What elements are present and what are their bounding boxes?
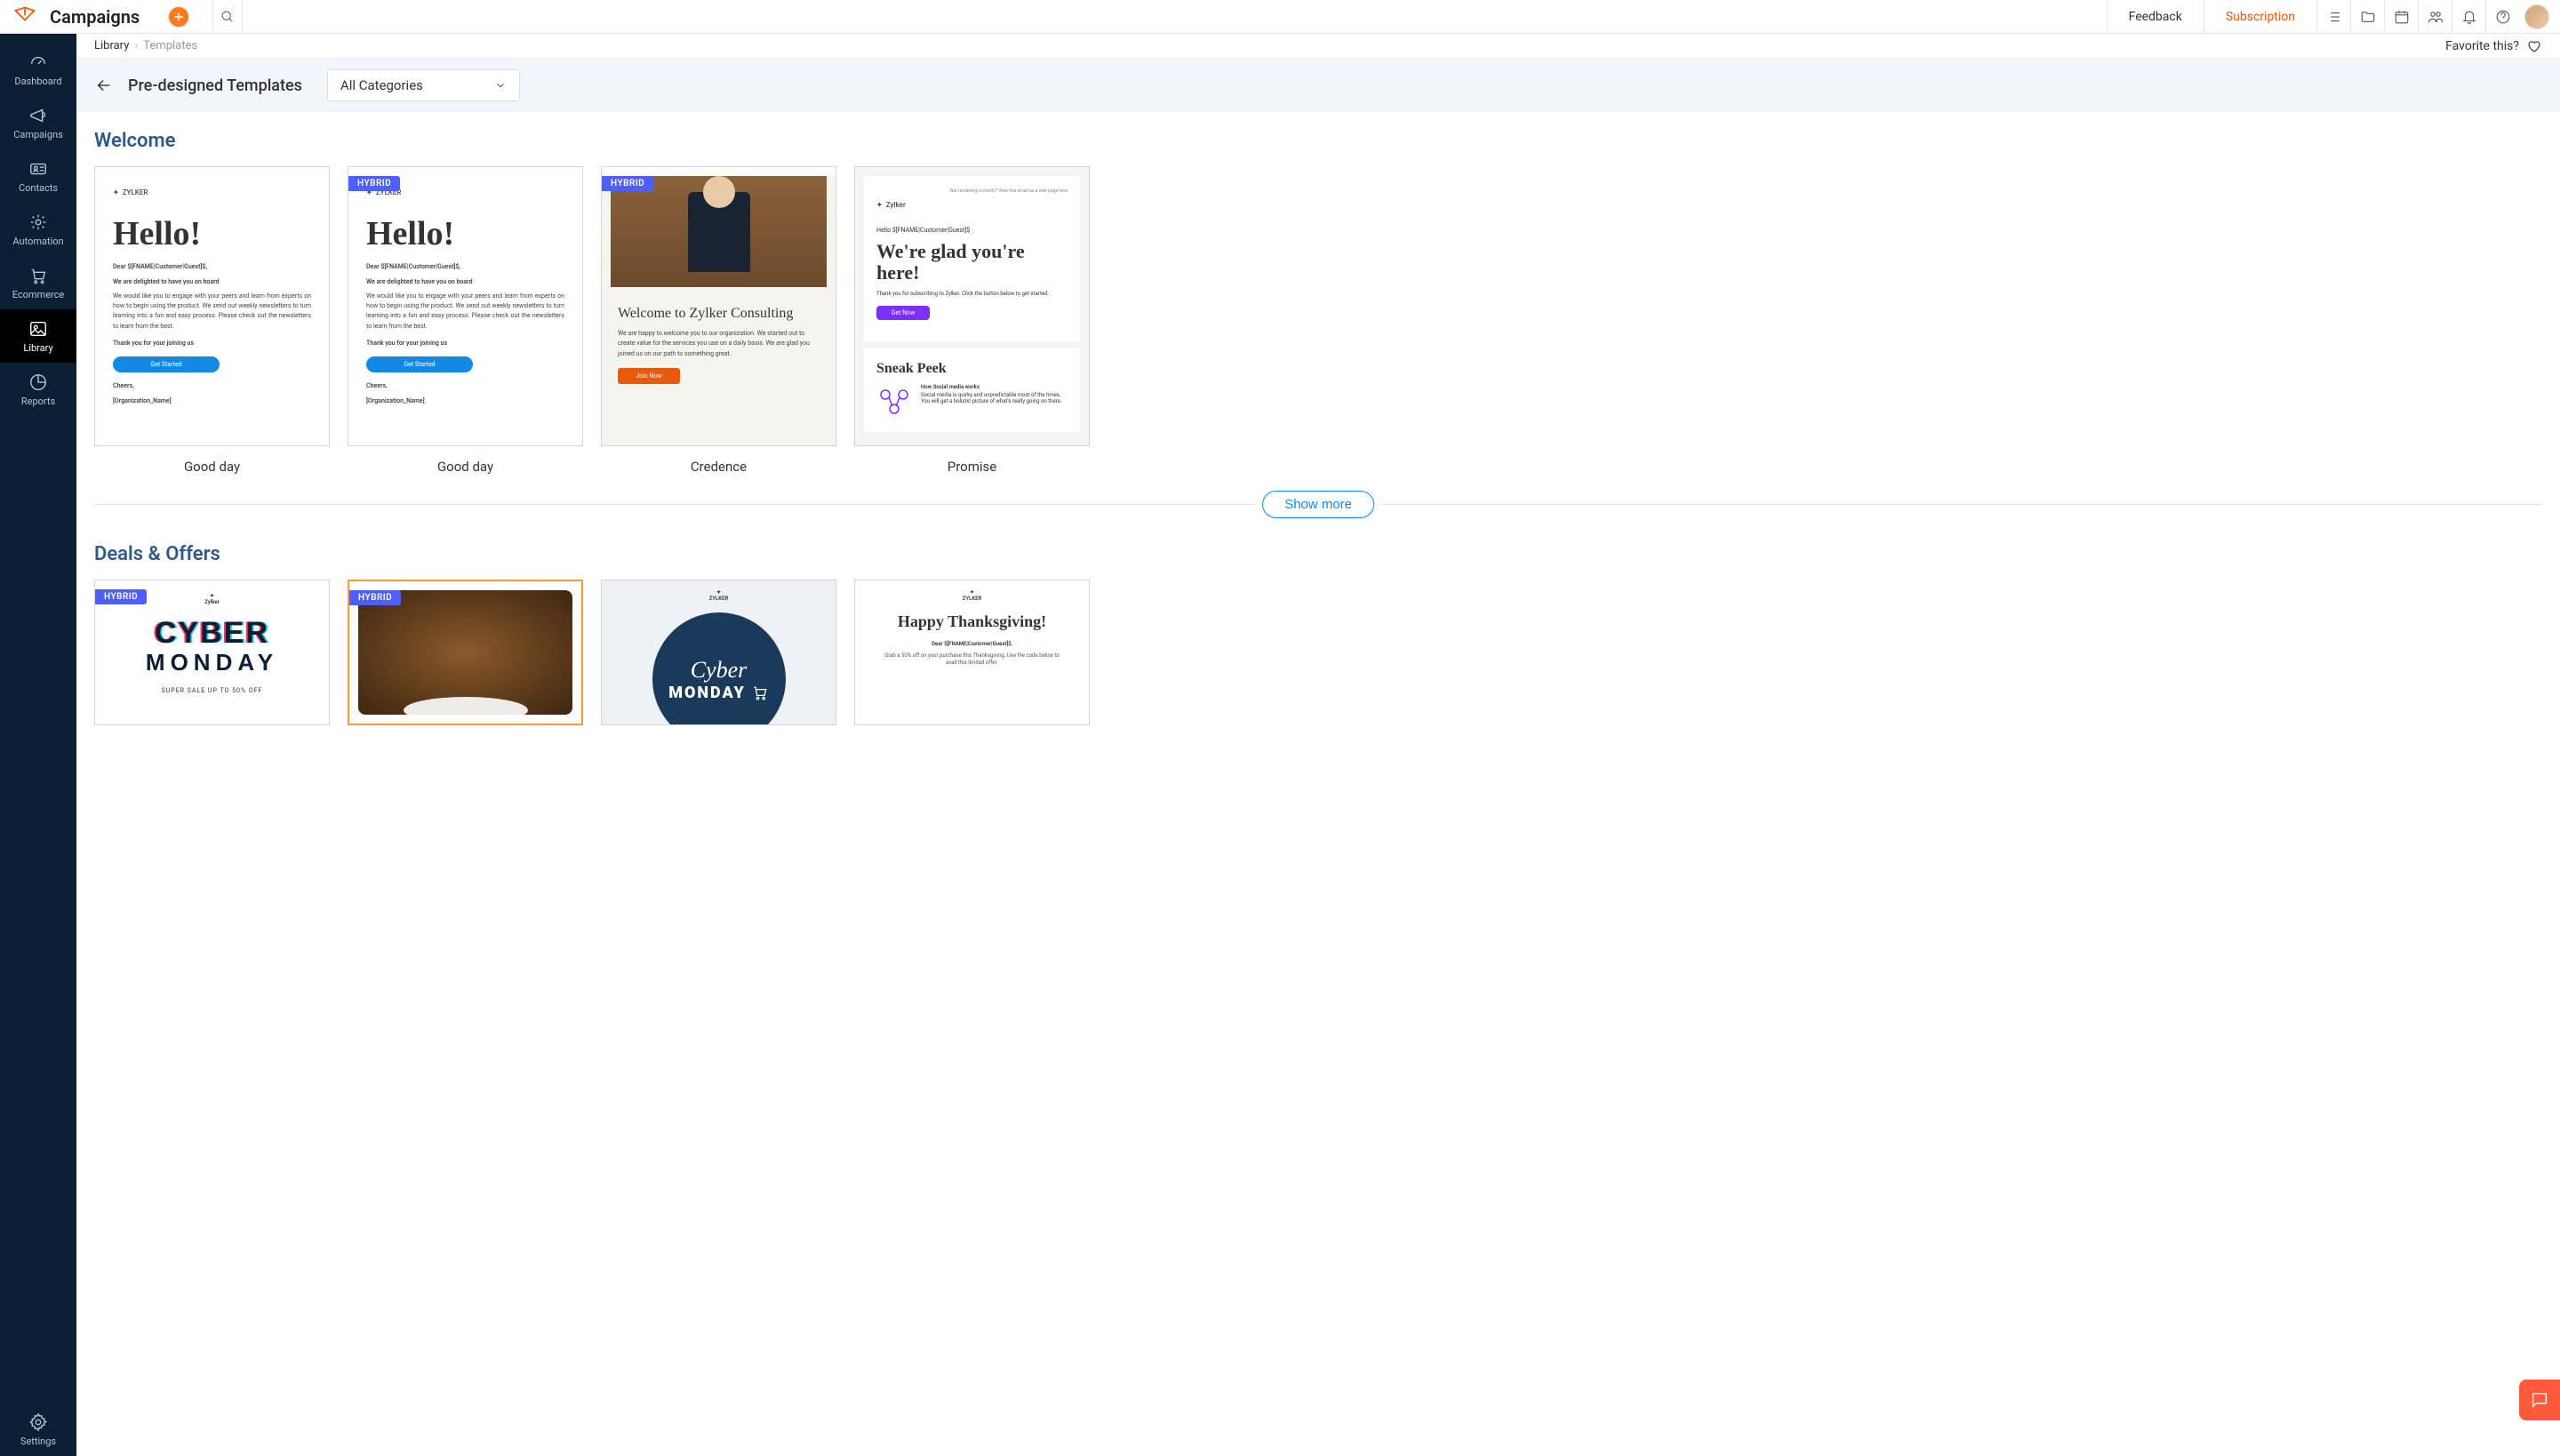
help-button[interactable] <box>2485 0 2519 34</box>
section-title-welcome: Welcome <box>94 130 2542 152</box>
main-content: Library › Templates Favorite this? Pre-d… <box>76 34 2560 1456</box>
feedback-link[interactable]: Feedback <box>2107 0 2204 34</box>
template-card-credence[interactable]: HYBRID Welcome to Zylker Consulting We a… <box>601 166 836 446</box>
sidebar-item-campaigns[interactable]: Campaigns <box>0 96 76 149</box>
sidebar-label: Ecommerce <box>12 289 65 300</box>
hybrid-badge: HYBRID <box>349 590 401 605</box>
subscription-link[interactable]: Subscription <box>2204 0 2316 34</box>
template-card-cyber-monday[interactable]: HYBRID ✦Zylker CYBER MONDAY SUPER SALE U… <box>94 580 330 725</box>
gear-icon <box>28 1412 48 1432</box>
hybrid-badge: HYBRID <box>602 176 653 191</box>
id-card-icon <box>28 159 48 179</box>
sidebar-label: Campaigns <box>13 129 63 140</box>
chat-widget[interactable] <box>2519 1380 2560 1420</box>
hybrid-badge: HYBRID <box>95 589 147 604</box>
sidebar-label: Dashboard <box>14 76 61 87</box>
sidebar-item-dashboard[interactable]: Dashboard <box>0 43 76 96</box>
sidebar: Dashboard Campaigns Contacts Automation … <box>0 34 76 1456</box>
page-title: Pre-designed Templates <box>128 76 302 95</box>
chat-icon <box>2530 1390 2549 1410</box>
template-card-thanksgiving-turkey[interactable]: HYBRID <box>348 580 583 725</box>
list-icon <box>2326 9 2342 25</box>
breadcrumb: Library › Templates Favorite this? <box>76 34 2560 59</box>
template-name: Good day <box>94 459 330 475</box>
sidebar-label: Contacts <box>19 182 58 194</box>
topbar: Campaigns Feedback Subscription <box>0 0 2560 34</box>
search-button[interactable] <box>212 0 243 34</box>
dropdown-value: All Categories <box>340 77 423 93</box>
page-header: Pre-designed Templates All Categories <box>76 59 2560 112</box>
sidebar-item-reports[interactable]: Reports <box>0 363 76 416</box>
people-button[interactable] <box>2418 0 2452 34</box>
category-dropdown[interactable]: All Categories <box>327 69 520 101</box>
template-card-cyber-monday-2[interactable]: ✦ZYLKER Cyber MONDAY <box>601 580 836 725</box>
user-avatar[interactable] <box>2524 4 2549 29</box>
sidebar-item-ecommerce[interactable]: Ecommerce <box>0 256 76 309</box>
template-card-goodday-2[interactable]: HYBRID ✦ZYLKER Hello! Dear $[FNAME|Custo… <box>348 166 583 446</box>
sidebar-label: Settings <box>20 1436 56 1447</box>
sidebar-item-settings[interactable]: Settings <box>0 1403 76 1456</box>
chevron-right-icon: › <box>134 39 138 52</box>
calendar-icon <box>2394 9 2410 25</box>
cart-icon <box>751 684 769 701</box>
app-logo <box>12 4 37 29</box>
breadcrumb-templates: Templates <box>143 39 197 52</box>
cart-icon <box>28 266 48 285</box>
template-card-goodday-1[interactable]: ✦ZYLKER Hello! Dear $[FNAME|Customer|Gue… <box>94 166 330 446</box>
sidebar-item-contacts[interactable]: Contacts <box>0 149 76 203</box>
show-more-button[interactable]: Show more <box>1262 491 1374 518</box>
share-icon <box>876 384 912 420</box>
folder-icon <box>2360 9 2376 25</box>
sidebar-label: Automation <box>12 236 63 247</box>
search-icon <box>220 10 235 24</box>
template-name: Promise <box>854 459 1090 475</box>
breadcrumb-library[interactable]: Library <box>94 39 129 52</box>
template-name: Good day <box>348 459 583 475</box>
hybrid-badge: HYBRID <box>348 176 400 191</box>
people-icon <box>2428 9 2444 25</box>
gauge-icon <box>28 52 48 72</box>
folder-button[interactable] <box>2350 0 2384 34</box>
megaphone-icon <box>28 106 48 125</box>
template-card-promise[interactable]: Not rendering correctly? View this email… <box>854 166 1090 446</box>
sidebar-item-automation[interactable]: Automation <box>0 203 76 256</box>
bell-icon <box>2461 9 2477 25</box>
sidebar-item-library[interactable]: Library <box>0 309 76 363</box>
back-arrow-icon[interactable] <box>94 76 114 95</box>
automation-icon <box>28 212 48 232</box>
notifications-button[interactable] <box>2452 0 2485 34</box>
sidebar-label: Library <box>23 342 52 354</box>
favorite-label: Favorite this? <box>2445 39 2519 53</box>
image-icon <box>28 319 48 339</box>
section-title-deals: Deals & Offers <box>94 543 2542 565</box>
create-button[interactable] <box>168 6 189 28</box>
help-icon <box>2495 9 2511 25</box>
list-button[interactable] <box>2316 0 2350 34</box>
plus-icon <box>172 11 185 23</box>
calendar-button[interactable] <box>2384 0 2418 34</box>
heart-icon[interactable] <box>2526 38 2542 54</box>
sidebar-label: Reports <box>21 396 55 407</box>
pie-icon <box>28 372 48 392</box>
app-title: Campaigns <box>50 6 140 28</box>
template-name: Credence <box>601 459 836 475</box>
template-card-happy-thanksgiving[interactable]: ✦ZYLKER Happy Thanksgiving! Dear $[FNAME… <box>854 580 1090 725</box>
chevron-down-icon <box>494 79 507 92</box>
